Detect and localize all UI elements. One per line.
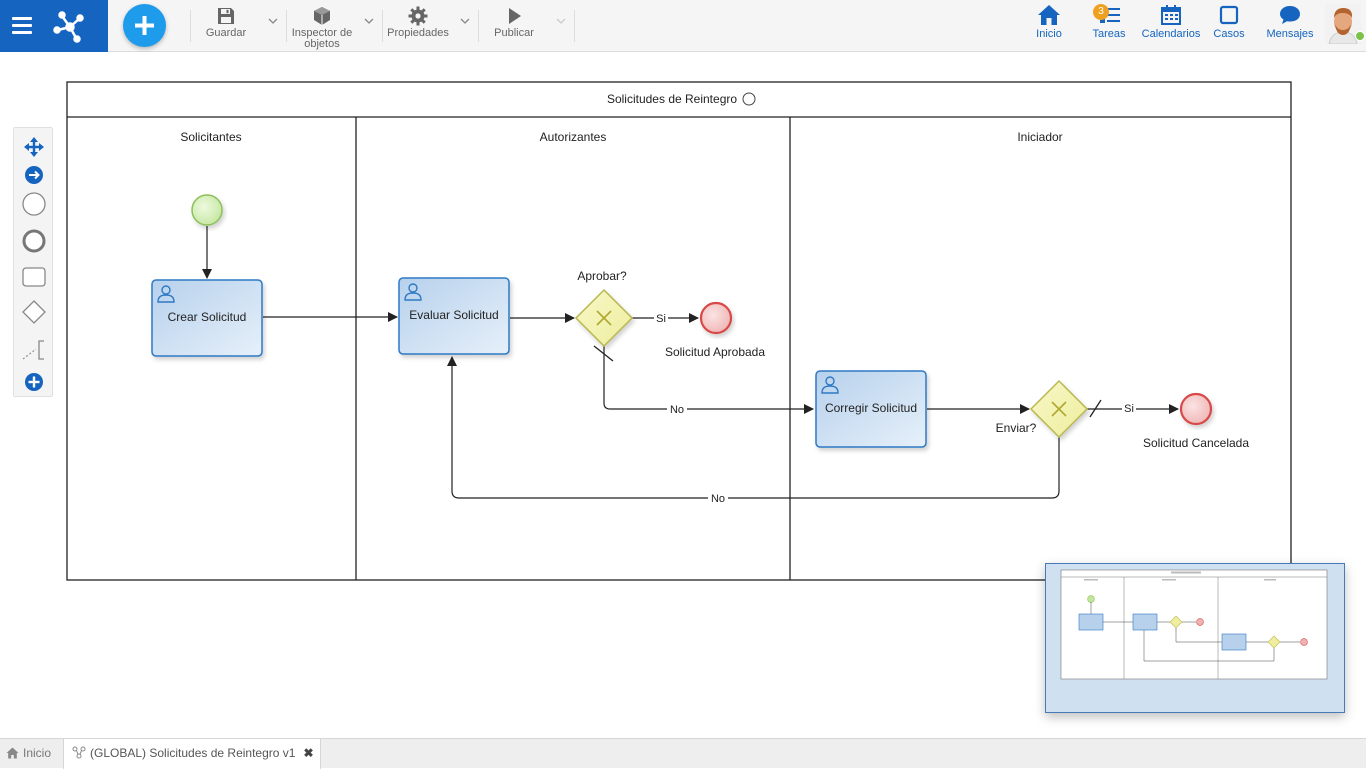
gateway-label-aprobar[interactable]: Aprobar? [577, 269, 627, 283]
end-event-label-cancelada[interactable]: Solicitud Cancelada [1143, 436, 1249, 450]
nav-cases[interactable]: Casos [1210, 4, 1248, 48]
house-icon [6, 747, 19, 759]
nav-messages[interactable]: Mensajes [1264, 4, 1316, 48]
tab-home-label: Inicio [23, 746, 52, 760]
nav-tasks[interactable]: 3 Tareas [1088, 4, 1130, 48]
end-event-aprobada[interactable] [699, 301, 733, 335]
new-element-button[interactable] [123, 4, 166, 47]
nav-calendars-label: Calendarios [1141, 28, 1201, 40]
nav-messages-label: Mensajes [1266, 28, 1314, 40]
publish-button[interactable]: Publicar [490, 4, 538, 48]
lane-label-solicitantes[interactable]: Solicitantes [180, 130, 241, 144]
cube-icon [314, 7, 330, 25]
play-icon [509, 8, 521, 24]
bottom-tab-bar: Inicio (GLOBAL) Solicitudes de Reintegro… [0, 738, 1366, 769]
floppy-disk-icon [218, 8, 234, 24]
inspector-label-line2: objetos [304, 38, 340, 50]
task-label: Crear Solicitud [168, 310, 247, 324]
online-status-dot [1355, 31, 1365, 41]
gateway-tool-icon[interactable] [18, 295, 50, 327]
end-event-cancelada[interactable] [1179, 392, 1213, 426]
tasks-count-badge: 3 [1093, 4, 1109, 20]
publish-label: Publicar [494, 27, 534, 39]
gear-icon [408, 6, 428, 26]
top-toolbar: Guardar Inspector de objetos Propiedades… [0, 0, 1366, 52]
nav-calendars[interactable]: Calendarios [1140, 4, 1202, 48]
flow-label-no-1[interactable]: No [670, 404, 684, 416]
start-event-tool-icon[interactable] [18, 187, 50, 219]
start-event[interactable] [191, 194, 223, 226]
pool-status-circle-icon[interactable] [742, 92, 756, 106]
tab-process-solicitudes[interactable]: (GLOBAL) Solicitudes de Reintegro v1 ✖ [63, 739, 321, 769]
toolbar-separator [286, 10, 287, 42]
object-inspector-button[interactable]: Inspector de objetos [290, 4, 354, 50]
brand-area [0, 0, 108, 52]
inspector-dropdown-chevron-icon[interactable] [364, 17, 374, 25]
task-crear-solicitud[interactable]: Crear Solicitud [151, 279, 263, 357]
save-dropdown-chevron-icon[interactable] [268, 17, 278, 25]
square-case-icon [1219, 5, 1239, 25]
diagram-canvas[interactable]: Solicitudes de Reintegro Solicitantes Au… [0, 52, 1366, 738]
flow-label-si-2[interactable]: Si [1124, 403, 1134, 415]
toolbar-separator [574, 10, 575, 42]
properties-dropdown-chevron-icon[interactable] [460, 17, 470, 25]
more-tools-plus-icon[interactable] [18, 366, 50, 398]
flow-label-no-2[interactable]: No [711, 493, 725, 505]
process-network-logo-icon[interactable] [50, 6, 90, 46]
hamburger-menu-icon[interactable] [10, 14, 34, 38]
close-tab-icon[interactable]: ✖ [303, 739, 313, 768]
task-tool-icon[interactable] [18, 259, 50, 291]
nav-home-label: Inicio [1036, 28, 1062, 40]
flow-label-si-1[interactable]: Si [656, 313, 666, 325]
lane-label-autorizantes[interactable]: Autorizantes [540, 130, 607, 144]
end-event-label-aprobada[interactable]: Solicitud Aprobada [665, 345, 765, 359]
tab-process-label: (GLOBAL) Solicitudes de Reintegro v1 [90, 746, 296, 760]
publish-dropdown-chevron-icon[interactable] [556, 17, 566, 25]
process-network-icon [72, 746, 86, 759]
diagram-minimap[interactable] [1045, 563, 1345, 713]
tab-home[interactable]: Inicio [6, 739, 62, 769]
toolbar-separator [478, 10, 479, 42]
nav-cases-label: Casos [1213, 28, 1245, 40]
save-button[interactable]: Guardar [200, 4, 252, 48]
minimap-preview [1060, 569, 1328, 680]
plus-icon [135, 16, 154, 35]
toolbar-separator [190, 10, 191, 42]
lane-label-iniciador[interactable]: Iniciador [1017, 130, 1062, 144]
task-evaluar-solicitud[interactable]: Evaluar Solicitud [398, 277, 510, 355]
properties-button[interactable]: Propiedades [385, 4, 451, 48]
gateway-label-enviar[interactable]: Enviar? [996, 421, 1037, 435]
task-label: Evaluar Solicitud [409, 308, 498, 322]
save-label: Guardar [205, 27, 247, 39]
chat-bubble-icon [1280, 6, 1300, 24]
annotation-tool-icon[interactable] [18, 333, 50, 365]
properties-label: Propiedades [387, 27, 449, 39]
calendar-icon [1161, 5, 1181, 25]
task-label: Corregir Solicitud [825, 401, 917, 415]
end-event-tool-icon[interactable] [18, 223, 50, 255]
toolbar-separator [382, 10, 383, 42]
house-icon [1038, 5, 1060, 25]
nav-tasks-label: Tareas [1092, 28, 1126, 40]
element-palette [13, 127, 53, 397]
task-corregir-solicitud[interactable]: Corregir Solicitud [815, 370, 927, 448]
pool-title: Solicitudes de Reintegro [607, 92, 737, 106]
nav-home[interactable]: Inicio [1030, 4, 1068, 48]
